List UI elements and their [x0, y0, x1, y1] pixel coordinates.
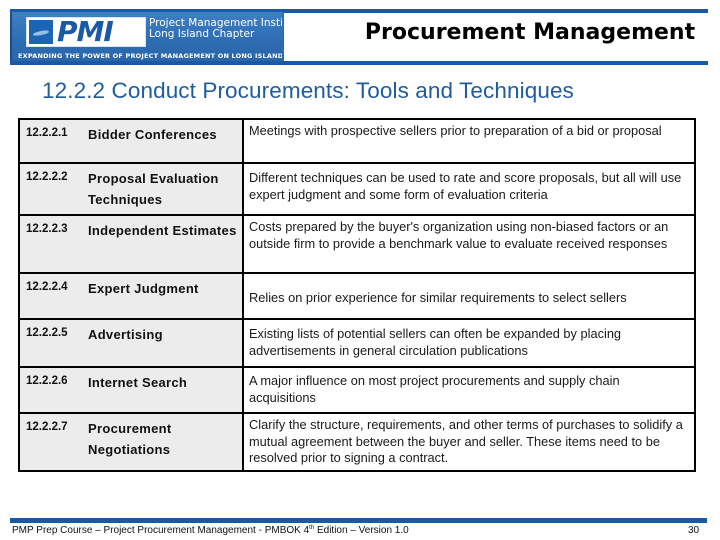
footer-rule: [10, 518, 707, 523]
table-row: 12.2.2.7 Procurement Negotiations Clarif…: [18, 412, 696, 472]
pmi-logo: PMI: [26, 15, 146, 48]
technique-cell: 12.2.2.6 Internet Search: [18, 366, 244, 414]
description-cell: Clarify the structure, requirements, and…: [242, 412, 696, 472]
tagline: Expanding the Power of Project Managemen…: [18, 52, 284, 60]
item-number: 12.2.2.2: [26, 171, 68, 183]
table-row: 12.2.2.2 Proposal Evaluation Techniques …: [18, 162, 696, 216]
item-name: Procurement Negotiations: [88, 421, 172, 457]
technique-cell: 12.2.2.7 Procurement Negotiations: [18, 412, 244, 472]
technique-cell: 12.2.2.2 Proposal Evaluation Techniques: [18, 162, 244, 216]
deck-title: Procurement Management: [364, 20, 696, 45]
description-cell: Different techniques can be used to rate…: [242, 162, 696, 216]
item-number: 12.2.2.7: [26, 421, 68, 433]
item-number: 12.2.2.4: [26, 281, 68, 293]
table-row: 12.2.2.6 Internet Search A major influen…: [18, 366, 696, 414]
technique-cell: 12.2.2.4 Expert Judgment: [18, 272, 244, 320]
table-row: 12.2.2.4 Expert Judgment Relies on prior…: [18, 272, 696, 320]
technique-cell: 12.2.2.1 Bidder Conferences: [18, 118, 244, 164]
item-name: Proposal Evaluation Techniques: [88, 171, 219, 207]
item-number: 12.2.2.6: [26, 375, 68, 387]
footer-text-edition: Edition – Version 1.0: [314, 525, 409, 536]
item-name: Internet Search: [88, 375, 188, 390]
item-number: 12.2.2.3: [26, 223, 68, 235]
table-row: 12.2.2.1 Bidder Conferences Meetings wit…: [18, 118, 696, 164]
item-number: 12.2.2.5: [26, 327, 68, 339]
footer-text: PMP Prep Course – Project Procurement Ma…: [12, 525, 409, 536]
tools-techniques-table: 12.2.2.1 Bidder Conferences Meetings wit…: [18, 118, 696, 472]
item-name: Bidder Conferences: [88, 127, 217, 142]
item-name: Expert Judgment: [88, 281, 199, 296]
table-row: 12.2.2.3 Independent Estimates Costs pre…: [18, 214, 696, 274]
description-cell: Meetings with prospective sellers prior …: [242, 118, 696, 164]
pmi-banner: PMI Project Management Institute Long Is…: [10, 12, 304, 64]
page-number: 30: [688, 525, 700, 536]
description-cell: A major influence on most project procur…: [242, 366, 696, 414]
logo-text: PMI: [57, 15, 114, 48]
header-bottom-rule: [10, 61, 708, 65]
description-cell: Costs prepared by the buyer's organizati…: [242, 214, 696, 274]
item-name: Independent Estimates: [88, 223, 237, 238]
description-cell: Relies on prior experience for similar r…: [242, 272, 696, 320]
item-name: Advertising: [88, 327, 163, 342]
item-number: 12.2.2.1: [26, 127, 68, 139]
table-row: 12.2.2.5 Advertising Existing lists of p…: [18, 318, 696, 368]
slide-heading: 12.2.2 Conduct Procurements: Tools and T…: [42, 78, 574, 103]
description-cell: Existing lists of potential sellers can …: [242, 318, 696, 368]
footer-text-main: PMP Prep Course – Project Procurement Ma…: [12, 525, 310, 536]
technique-cell: 12.2.2.5 Advertising: [18, 318, 244, 368]
long-island-icon: [29, 20, 53, 44]
technique-cell: 12.2.2.3 Independent Estimates: [18, 214, 244, 274]
